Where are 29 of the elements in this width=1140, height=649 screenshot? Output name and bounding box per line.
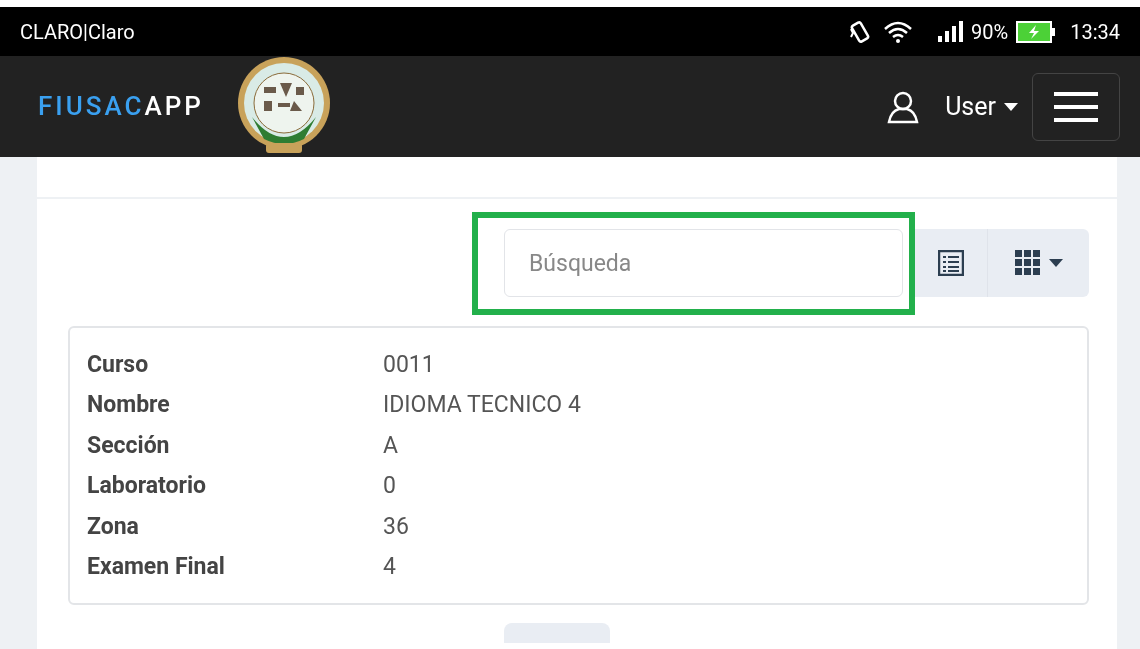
field-label: Curso [87, 349, 150, 380]
clock-time: 13:34 [1070, 18, 1120, 46]
wifi-icon [883, 19, 914, 44]
field-value: 36 [383, 511, 409, 542]
caret-icon [1048, 259, 1063, 267]
field-value: IDIOMA TECNICO 4 [383, 390, 581, 421]
field-value: A [383, 430, 398, 461]
field-label: Laboratorio [87, 471, 207, 502]
battery-icon [1016, 20, 1057, 43]
field-value: 0011 [383, 349, 435, 380]
field-value: 4 [383, 551, 396, 582]
battery-percent: 90% [971, 18, 1009, 46]
menu-icon [1054, 91, 1098, 122]
user-icon[interactable] [887, 89, 920, 124]
field-label: Nombre [87, 390, 171, 421]
menu-button[interactable] [1032, 72, 1120, 141]
search-field[interactable]: Búsqueda [504, 229, 903, 297]
user-dropdown[interactable]: User [945, 87, 1018, 126]
list-icon [938, 250, 964, 276]
grid-icon [1014, 250, 1041, 276]
field-label: Examen Final [87, 551, 226, 582]
caret-icon [1004, 102, 1018, 111]
field-label: Sección [87, 430, 171, 461]
signal-icon [937, 20, 964, 43]
carrier-name: CLARO|Claro [20, 18, 135, 46]
brand-name[interactable]: FIUSACAPP [38, 87, 204, 126]
field-label: Zona [87, 511, 140, 542]
field-value: 0 [383, 471, 396, 502]
vibrate-icon [849, 20, 872, 43]
